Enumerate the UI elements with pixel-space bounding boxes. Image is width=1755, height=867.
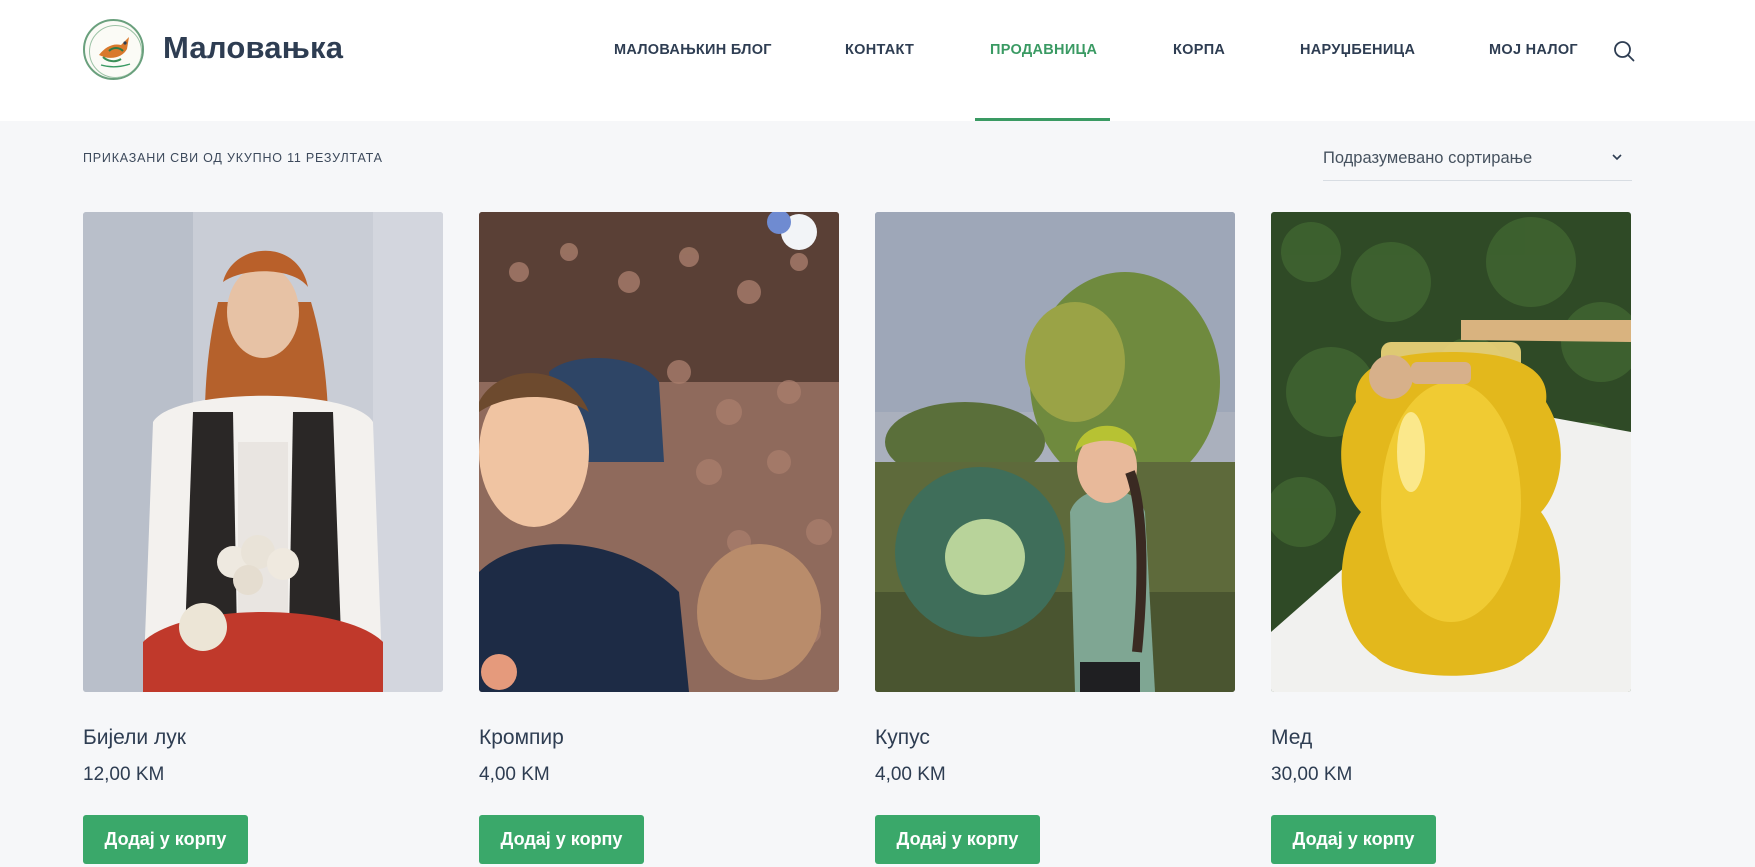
site-logo[interactable]	[83, 19, 144, 80]
sort-select[interactable]: Подразумевано сортирање	[1323, 140, 1632, 181]
add-to-cart-button[interactable]: Додај у корпу	[1271, 815, 1436, 864]
product-image[interactable]	[875, 212, 1235, 692]
nav-item-cart[interactable]: КОРПА	[1173, 42, 1225, 58]
nav-item-contact[interactable]: КОНТАКТ	[845, 42, 914, 58]
result-count: ПРИКАЗАНИ СВИ ОД УКУПНО 11 РЕЗУЛТАТА	[83, 151, 383, 165]
product-image[interactable]	[83, 212, 443, 692]
product-price: 30,00 KM	[1271, 764, 1353, 785]
product-title[interactable]: Кромпир	[479, 726, 564, 750]
site-title[interactable]: Маловањка	[163, 30, 343, 66]
nav-item-shop[interactable]: ПРОДАВНИЦА	[990, 42, 1097, 58]
search-icon	[1614, 41, 1635, 62]
product-title[interactable]: Бијели лук	[83, 726, 186, 750]
nav-item-blog[interactable]: МАЛОВАЊКИН БЛОГ	[614, 42, 772, 58]
nav-item-my-account[interactable]: МОЈ НАЛОГ	[1489, 42, 1578, 58]
chevron-down-icon	[1612, 154, 1622, 161]
product-image[interactable]	[1271, 212, 1631, 692]
nav-item-order-form[interactable]: НАРУЏБЕНИЦА	[1300, 42, 1415, 58]
product-price: 4,00 KM	[479, 764, 550, 785]
active-nav-indicator	[975, 118, 1110, 121]
add-to-cart-button[interactable]: Додај у корпу	[875, 815, 1040, 864]
add-to-cart-button[interactable]: Додај у корпу	[479, 815, 644, 864]
bird-logo-icon	[89, 25, 142, 78]
product-title[interactable]: Мед	[1271, 726, 1312, 750]
add-to-cart-button[interactable]: Додај у корпу	[83, 815, 248, 864]
search-button[interactable]	[1612, 39, 1636, 63]
product-title[interactable]: Купус	[875, 726, 930, 750]
sort-select-value: Подразумевано сортирање	[1323, 149, 1533, 167]
product-price: 4,00 KM	[875, 764, 946, 785]
site-header: Маловањка МАЛОВАЊКИН БЛОГ КОНТАКТ ПРОДАВ…	[0, 0, 1755, 121]
product-image[interactable]	[479, 212, 839, 692]
product-price: 12,00 KM	[83, 764, 165, 785]
